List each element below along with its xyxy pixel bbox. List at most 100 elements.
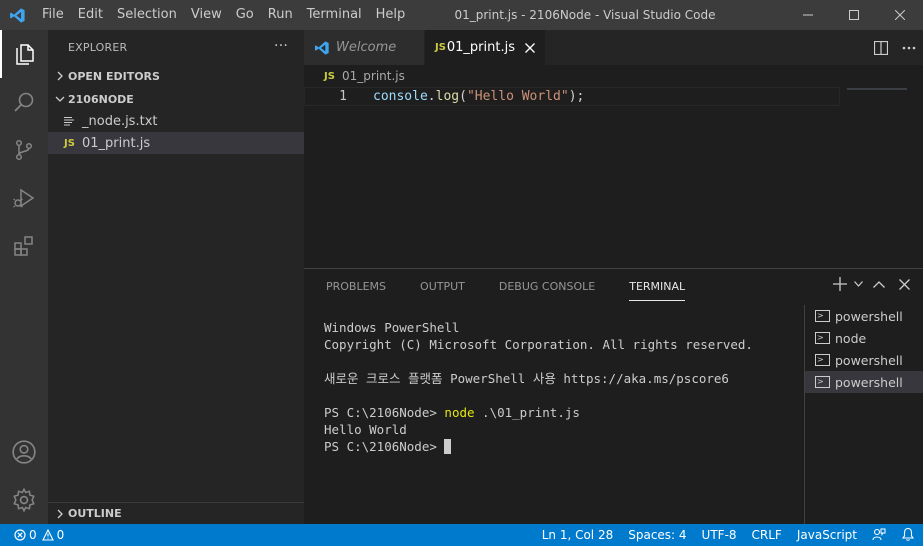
terminal-item[interactable]: > powershell [805,349,923,371]
extensions-icon [14,236,33,256]
split-editor-button[interactable] [867,40,895,55]
ellipsis-icon [902,46,916,49]
maximize-panel-button[interactable] [865,280,893,288]
tab-welcome[interactable]: Welcome [304,30,425,65]
code-editor[interactable]: 1 console.log("Hello World"); [304,87,923,268]
menu-bar: File Edit Selection View Go Run Terminal… [35,0,412,30]
line-number: 1 [339,89,347,104]
warning-count: 0 [56,528,65,542]
close-panel-button[interactable] [893,278,915,290]
warning-icon [41,529,54,541]
terminal-item[interactable]: > node [805,327,923,349]
file-name: _node.js.txt [82,113,158,129]
text-file-icon [64,116,82,126]
panel-tabs: PROBLEMS OUTPUT DEBUG CONSOLE TERMINAL [326,269,719,305]
terminal-dropdown-button[interactable] [851,281,865,287]
javascript-file-icon: JS [435,42,446,53]
gear-icon [13,487,35,513]
minimap[interactable] [847,88,907,90]
source-control-button[interactable] [0,126,48,174]
problems-indicator[interactable]: 0 0 [0,528,64,542]
encoding[interactable]: UTF-8 [702,528,737,542]
terminal-name: powershell [835,308,903,324]
terminal-prompt: PS C:\2106Node> [324,439,445,454]
run-debug-button[interactable] [0,174,48,222]
tab-label: 01_print.js [446,40,515,55]
open-editors-section[interactable]: OPEN EDITORS [48,65,304,87]
end-of-line[interactable]: CRLF [752,528,782,542]
new-terminal-button[interactable] [829,277,851,291]
tab-01-print-js[interactable]: JS 01_print.js [425,30,546,65]
folder-section[interactable]: 2106NODE [48,88,304,110]
menu-edit[interactable]: Edit [71,0,110,30]
explorer-button[interactable] [0,30,48,78]
terminal-command-line: PS C:\2106Node> node .\01_print.js [324,404,753,421]
cursor-position[interactable]: Ln 1, Col 28 [542,528,614,542]
account-icon [12,440,36,464]
source-control-icon [15,139,33,161]
menu-view[interactable]: View [184,0,229,30]
extensions-button[interactable] [0,222,48,270]
token-dot: . [427,89,436,104]
menu-terminal[interactable]: Terminal [300,0,369,30]
file-node-js-txt[interactable]: _node.js.txt [48,110,304,132]
more-actions-button[interactable]: ··· [274,38,288,54]
close-tab-button[interactable] [525,42,535,53]
accounts-button[interactable] [0,428,48,476]
search-button[interactable] [0,78,48,126]
breadcrumb[interactable]: JS 01_print.js [304,65,923,87]
menu-go[interactable]: Go [229,0,261,30]
more-actions-button[interactable] [895,46,923,50]
window-title: 01_print.js - 2106Node - Visual Studio C… [454,8,716,22]
token-string: "Hello World" [466,89,569,104]
terminal-icon: > [815,332,830,344]
search-icon [14,92,34,112]
close-window-button[interactable] [877,0,923,30]
token-open-paren: ( [459,89,467,104]
minimize-button[interactable] [785,0,831,30]
language-mode[interactable]: JavaScript [797,528,857,542]
menu-help[interactable]: Help [369,0,413,30]
indentation[interactable]: Spaces: 4 [628,528,686,542]
chevron-down-icon [52,95,68,103]
terminal-name: powershell [835,352,903,368]
code-line[interactable]: 1 console.log("Hello World"); [304,87,840,106]
terminal-name: node [835,330,867,346]
tab-output[interactable]: OUTPUT [420,269,465,305]
tab-label: Welcome [336,40,397,55]
javascript-file-icon: JS [64,137,75,149]
run-debug-icon [13,188,35,208]
menu-file[interactable]: File [35,0,71,30]
menu-run[interactable]: Run [261,0,300,30]
title-bar: File Edit Selection View Go Run Terminal… [0,0,923,30]
bottom-panel: PROBLEMS OUTPUT DEBUG CONSOLE TERMINAL W… [304,268,923,524]
file-01-print-js[interactable]: JS 01_print.js [48,132,304,154]
breadcrumb-file[interactable]: 01_print.js [342,69,405,83]
outline-label: OUTLINE [68,507,122,520]
tab-terminal[interactable]: TERMINAL [629,269,685,305]
maximize-button[interactable] [831,0,877,30]
feedback-icon [872,528,886,540]
panel-actions [829,277,915,291]
terminal-item[interactable]: > powershell [805,305,923,327]
editor-actions [867,30,923,65]
tab-debug-console[interactable]: DEBUG CONSOLE [499,269,595,305]
feedback-button[interactable] [872,527,886,544]
outline-section[interactable]: OUTLINE [48,502,304,524]
activity-bar [0,30,48,524]
terminal-item[interactable]: > powershell [805,371,923,393]
chevron-right-icon [52,71,68,81]
terminal-output[interactable]: Windows PowerShell Copyright (C) Microso… [324,319,753,455]
notifications-button[interactable] [901,527,915,544]
token-log: log [435,89,460,104]
terminal-list: > powershell > node > powershell > power… [804,305,923,524]
tab-problems[interactable]: PROBLEMS [326,269,386,305]
token-console: console [373,89,428,104]
maximize-icon [849,10,859,20]
menu-selection[interactable]: Selection [110,0,184,30]
status-bar: 0 0 Ln 1, Col 28 Spaces: 4 UTF-8 CRLF Ja… [0,524,923,546]
manage-button[interactable] [0,476,48,524]
vscode-logo-icon [315,40,329,55]
